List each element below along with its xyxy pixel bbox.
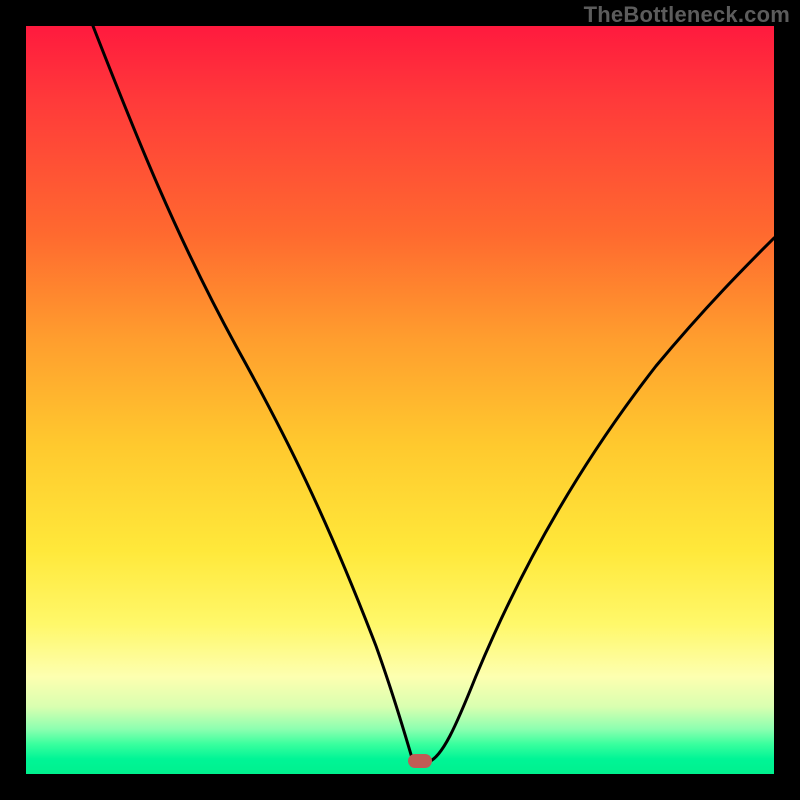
watermark-text: TheBottleneck.com — [584, 2, 790, 28]
bottleneck-curve — [93, 26, 774, 762]
chart-frame: TheBottleneck.com — [0, 0, 800, 800]
plot-area — [26, 26, 774, 774]
optimal-marker — [408, 754, 432, 768]
plot-svg — [26, 26, 774, 774]
